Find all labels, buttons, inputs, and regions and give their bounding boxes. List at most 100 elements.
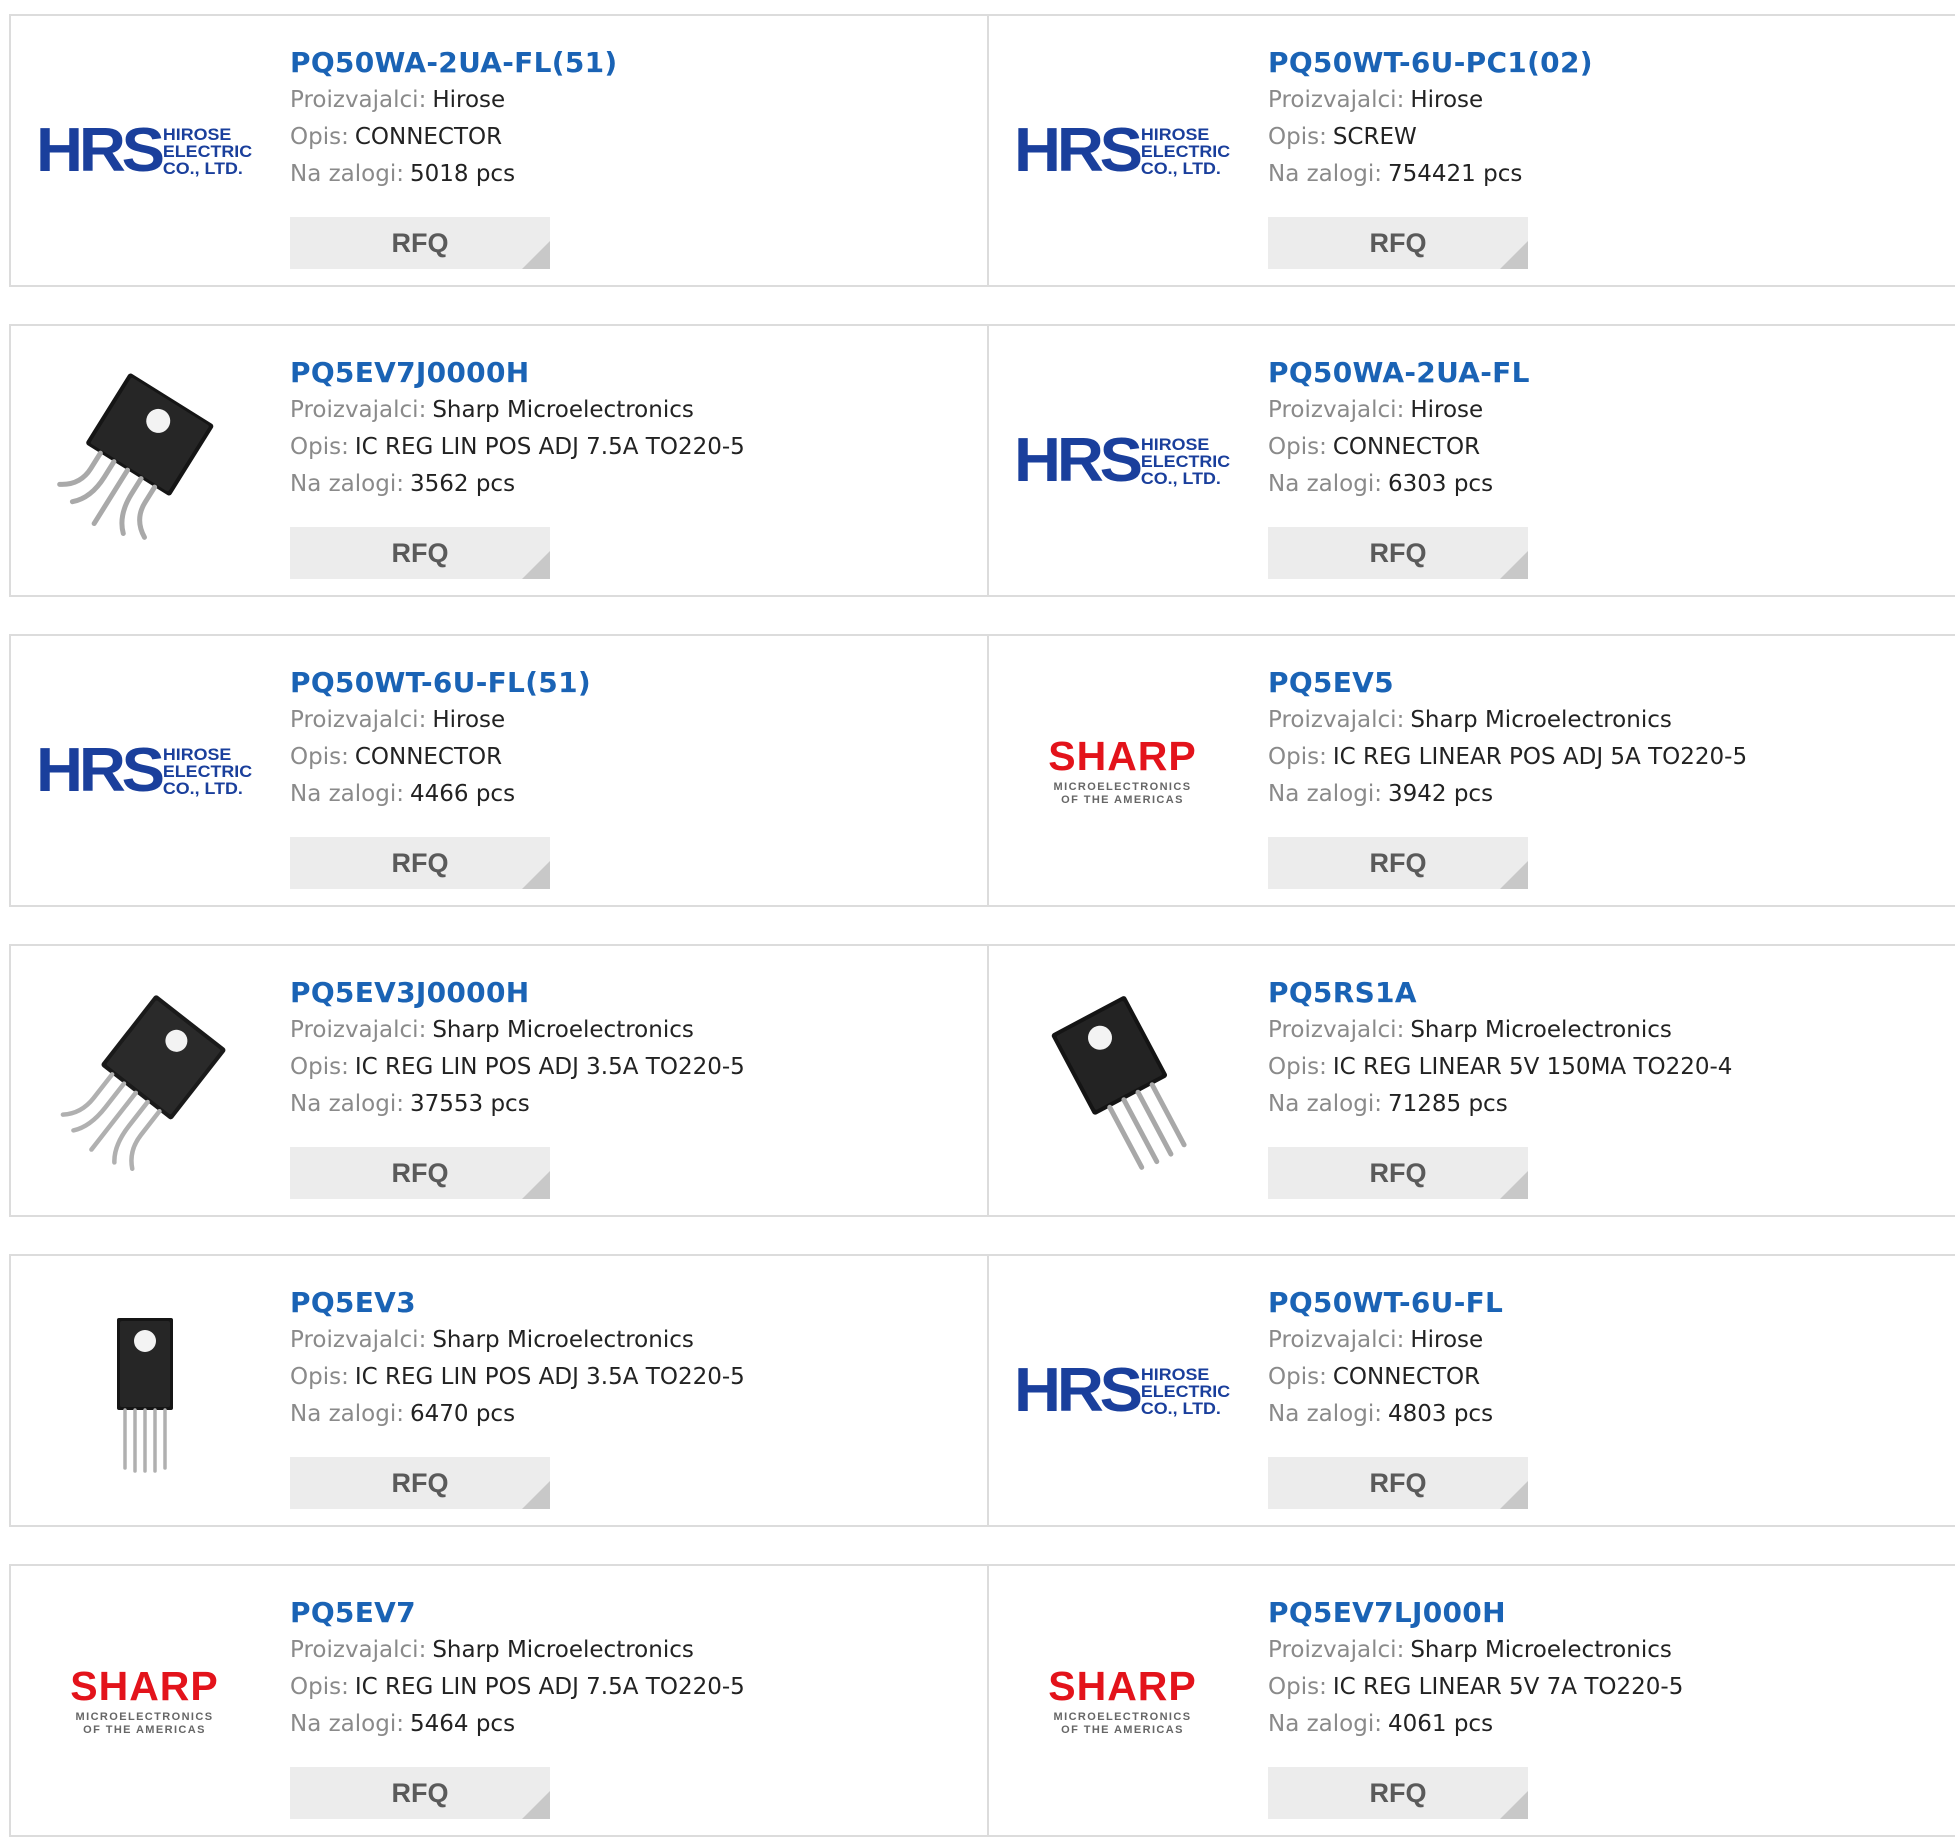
manufacturer-label: Proizvajalci: <box>290 1327 427 1353</box>
description-value: IC REG LIN POS ADJ 3.5A TO220-5 <box>354 1364 745 1390</box>
stock-row: Na zalogi: 37553 pcs <box>290 1086 977 1123</box>
description-row: Opis: SCREW <box>1268 119 1945 156</box>
stock-value: 3942 pcs <box>1387 781 1494 807</box>
product-image[interactable]: HRS HIROSE ELECTRIC CO., LTD. <box>36 56 253 246</box>
stock-row: Na zalogi: 3562 pcs <box>290 466 977 503</box>
corner-triangle-icon <box>522 1481 550 1509</box>
product-image[interactable]: HRS HIROSE ELECTRIC CO., LTD. <box>1014 366 1231 556</box>
hirose-line2: ELECTRIC <box>1141 141 1231 161</box>
product-card: HRS HIROSE ELECTRIC CO., LTD. PQ50WT-6U-… <box>987 1254 1955 1527</box>
manufacturer-row: Proizvajalci: Sharp Microelectronics <box>290 392 977 429</box>
rfq-label: RFQ <box>391 1157 449 1188</box>
rfq-label: RFQ <box>1369 847 1427 878</box>
rfq-button[interactable]: RFQ <box>290 1147 550 1199</box>
description-row: Opis: IC REG LINEAR 5V 150MA TO220-4 <box>1268 1049 1945 1086</box>
sharp-line2: OF THE AMERICAS <box>83 1723 206 1736</box>
stock-label: Na zalogi: <box>290 781 404 807</box>
product-image[interactable]: HRS HIROSE ELECTRIC CO., LTD. <box>1014 1296 1231 1486</box>
stock-label: Na zalogi: <box>1268 1091 1382 1117</box>
rfq-button[interactable]: RFQ <box>290 217 550 269</box>
rfq-button[interactable]: RFQ <box>290 837 550 889</box>
part-number-link[interactable]: PQ5EV3 <box>290 1284 977 1322</box>
product-image[interactable] <box>42 366 247 556</box>
stock-row: Na zalogi: 6470 pcs <box>290 1396 977 1433</box>
stock-row: Na zalogi: 3942 pcs <box>1268 776 1945 813</box>
rfq-button[interactable]: RFQ <box>1268 217 1528 269</box>
description-row: Opis: CONNECTOR <box>1268 1359 1945 1396</box>
hirose-line3: CO., LTD. <box>1141 1398 1222 1418</box>
description-value: CONNECTOR <box>1332 434 1481 460</box>
manufacturer-label: Proizvajalci: <box>1268 707 1405 733</box>
stock-value: 5018 pcs <box>409 161 516 187</box>
manufacturer-value: Sharp Microelectronics <box>1410 707 1672 733</box>
part-number-link[interactable]: PQ50WT-6U-FL <box>1268 1284 1945 1322</box>
rfq-label: RFQ <box>1369 1777 1427 1808</box>
rfq-label: RFQ <box>391 227 449 258</box>
product-info: PQ5EV3 Proizvajalci: Sharp Microelectronic… <box>290 1284 977 1433</box>
part-number-link[interactable]: PQ5RS1A <box>1268 974 1945 1012</box>
product-grid: HRS HIROSE ELECTRIC CO., LTD. PQ50WA-2UA… <box>9 14 1955 1837</box>
product-image[interactable] <box>1020 986 1225 1176</box>
rfq-button[interactable]: RFQ <box>1268 1457 1528 1509</box>
product-info: PQ50WA-2UA-FL(51) Proizvajalci: Hirose Opis… <box>290 44 977 193</box>
stock-value: 4061 pcs <box>1387 1711 1494 1737</box>
product-info: PQ5EV3J0000H Proizvajalci: Sharp Microelec… <box>290 974 977 1123</box>
rfq-button[interactable]: RFQ <box>1268 1147 1528 1199</box>
product-image[interactable] <box>42 1296 247 1486</box>
product-image[interactable]: SHARP MICROELECTRONICS OF THE AMERICAS <box>1020 1606 1225 1796</box>
rfq-button[interactable]: RFQ <box>1268 1767 1528 1819</box>
part-number-link[interactable]: PQ5EV3J0000H <box>290 974 977 1012</box>
stock-value: 71285 pcs <box>1387 1091 1508 1117</box>
rfq-button[interactable]: RFQ <box>1268 527 1528 579</box>
product-image[interactable]: HRS HIROSE ELECTRIC CO., LTD. <box>36 676 253 866</box>
manufacturer-row: Proizvajalci: Sharp Microelectronics <box>290 1012 977 1049</box>
product-image[interactable]: SHARP MICROELECTRONICS OF THE AMERICAS <box>42 1606 247 1796</box>
sharp-line1: MICROELECTRONICS <box>1053 780 1192 793</box>
product-info: PQ50WT-6U-FL Proizvajalci: Hirose Opis: CONN… <box>1268 1284 1945 1433</box>
description-label: Opis: <box>290 1674 349 1700</box>
product-image[interactable]: HRS HIROSE ELECTRIC CO., LTD. <box>1014 56 1231 246</box>
manufacturer-value: Sharp Microelectronics <box>1410 1637 1672 1663</box>
rfq-button[interactable]: RFQ <box>290 1767 550 1819</box>
part-number-link[interactable]: PQ5EV7LJ000H <box>1268 1594 1945 1632</box>
corner-triangle-icon <box>522 551 550 579</box>
part-number-link[interactable]: PQ5EV5 <box>1268 664 1945 702</box>
manufacturer-label: Proizvajalci: <box>290 87 427 113</box>
sharp-line2: OF THE AMERICAS <box>1061 1723 1184 1736</box>
rfq-button[interactable]: RFQ <box>290 527 550 579</box>
description-label: Opis: <box>1268 434 1327 460</box>
part-number-link[interactable]: PQ5EV7 <box>290 1594 977 1632</box>
rfq-button[interactable]: RFQ <box>1268 837 1528 889</box>
stock-value: 6303 pcs <box>1387 471 1494 497</box>
description-label: Opis: <box>1268 124 1327 150</box>
stock-label: Na zalogi: <box>290 1711 404 1737</box>
stock-value: 6470 pcs <box>409 1401 516 1427</box>
manufacturer-row: Proizvajalci: Sharp Microelectronics <box>1268 1012 1945 1049</box>
part-number-link[interactable]: PQ50WT-6U-FL(51) <box>290 664 977 702</box>
stock-label: Na zalogi: <box>290 1401 404 1427</box>
hirose-line3: CO., LTD. <box>1141 468 1222 488</box>
product-image[interactable] <box>42 986 247 1176</box>
description-label: Opis: <box>290 124 349 150</box>
description-label: Opis: <box>1268 1364 1327 1390</box>
product-info: PQ50WT-6U-PC1(02) Proizvajalci: Hirose Opis… <box>1268 44 1945 193</box>
part-number-link[interactable]: PQ50WA-2UA-FL(51) <box>290 44 977 82</box>
product-info: PQ50WT-6U-FL(51) Proizvajalci: Hirose Opis:… <box>290 664 977 813</box>
hirose-logo: HRS HIROSE ELECTRIC CO., LTD. <box>36 120 253 182</box>
rfq-button[interactable]: RFQ <box>290 1457 550 1509</box>
part-number-link[interactable]: PQ50WA-2UA-FL <box>1268 354 1945 392</box>
corner-triangle-icon <box>1500 1791 1528 1819</box>
part-number-link[interactable]: PQ5EV7J0000H <box>290 354 977 392</box>
product-image[interactable]: SHARP MICROELECTRONICS OF THE AMERICAS <box>1020 676 1225 866</box>
manufacturer-value: Sharp Microelectronics <box>432 1017 694 1043</box>
product-info: PQ5EV7LJ000H Proizvajalci: Sharp Microelec… <box>1268 1594 1945 1743</box>
description-value: IC REG LINEAR POS ADJ 5A TO220-5 <box>1332 744 1748 770</box>
hirose-line1: HIROSE <box>1141 434 1210 454</box>
manufacturer-value: Sharp Microelectronics <box>432 1637 694 1663</box>
product-card: HRS HIROSE ELECTRIC CO., LTD. PQ50WT-6U-… <box>9 634 987 907</box>
corner-triangle-icon <box>1500 241 1528 269</box>
product-card: HRS HIROSE ELECTRIC CO., LTD. PQ50WT-6U-… <box>987 14 1955 287</box>
description-value: IC REG LINEAR 5V 150MA TO220-4 <box>1332 1054 1733 1080</box>
part-number-link[interactable]: PQ50WT-6U-PC1(02) <box>1268 44 1945 82</box>
description-row: Opis: CONNECTOR <box>290 119 977 156</box>
